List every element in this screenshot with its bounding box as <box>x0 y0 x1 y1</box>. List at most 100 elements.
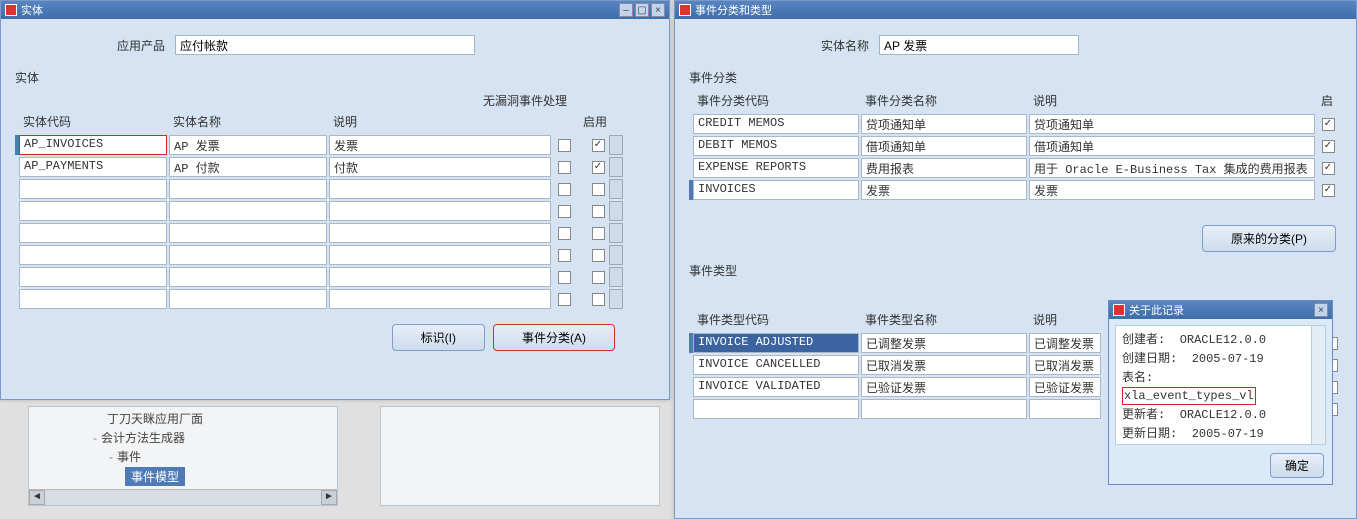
row-scroll-icon[interactable] <box>609 289 623 309</box>
cell-name[interactable] <box>169 267 327 287</box>
cell-type-name[interactable]: 已取消发票 <box>861 355 1027 375</box>
checkbox[interactable] <box>558 293 571 306</box>
table-row[interactable]: DEBIT MEMOS借项通知单借项通知单 <box>689 135 1342 157</box>
cell-empty[interactable] <box>693 399 859 419</box>
app-field[interactable] <box>175 35 475 55</box>
maximize-icon[interactable]: ▢ <box>635 3 649 17</box>
event-window-titlebar[interactable]: 事件分类和类型 <box>675 1 1356 19</box>
cell-class-code[interactable]: DEBIT MEMOS <box>693 136 859 156</box>
close-icon[interactable]: × <box>1314 303 1328 317</box>
cell-code[interactable] <box>19 179 167 199</box>
about-titlebar[interactable]: 关于此记录 × <box>1109 301 1332 319</box>
checkbox-enabled[interactable] <box>592 183 605 196</box>
cell-desc[interactable] <box>329 201 551 221</box>
original-class-button[interactable]: 原来的分类(P) <box>1202 225 1336 252</box>
cell-desc[interactable] <box>329 179 551 199</box>
table-row[interactable]: CREDIT MEMOS贷项通知单贷项通知单 <box>689 113 1342 135</box>
tree-item[interactable]: -事件 <box>37 447 329 466</box>
cell-name[interactable]: AP 发票 <box>169 135 327 155</box>
identify-button[interactable]: 标识(I) <box>392 324 485 351</box>
cell-desc[interactable] <box>329 223 551 243</box>
table-row[interactable]: INVOICES发票发票 <box>689 179 1342 201</box>
table-row[interactable] <box>15 200 655 222</box>
cell-type-code[interactable]: INVOICE ADJUSTED <box>693 333 859 353</box>
cell-class-name[interactable]: 贷项通知单 <box>861 114 1027 134</box>
row-scroll-icon[interactable] <box>609 157 623 177</box>
table-row[interactable] <box>15 244 655 266</box>
cell-class-code[interactable]: EXPENSE REPORTS <box>693 158 859 178</box>
row-scroll-icon[interactable] <box>609 267 623 287</box>
close-icon[interactable]: × <box>651 3 665 17</box>
about-vscroll[interactable] <box>1311 326 1325 444</box>
checkbox-enabled[interactable] <box>1322 184 1335 197</box>
checkbox-enabled[interactable] <box>592 205 605 218</box>
checkbox-enabled[interactable] <box>592 293 605 306</box>
tree-hscroll[interactable]: ◄ ► <box>29 489 337 505</box>
row-scroll-icon[interactable] <box>609 245 623 265</box>
row-scroll-icon[interactable] <box>609 135 623 155</box>
cell-type-desc[interactable]: 已验证发票 <box>1029 377 1101 397</box>
cell-class-code[interactable]: INVOICES <box>693 180 859 200</box>
checkbox-enabled[interactable] <box>1322 118 1335 131</box>
cell-type-name[interactable]: 已验证发票 <box>861 377 1027 397</box>
cell-code[interactable]: AP_PAYMENTS <box>19 157 167 177</box>
checkbox[interactable] <box>558 183 571 196</box>
tree-item[interactable]: -会计方法生成器 <box>37 428 329 447</box>
event-class-button[interactable]: 事件分类(A) <box>493 324 615 351</box>
cell-type-desc[interactable]: 已调整发票 <box>1029 333 1101 353</box>
tree-item[interactable]: 丁刀天眯应用厂面 <box>37 409 329 428</box>
cell-class-desc[interactable]: 借项通知单 <box>1029 136 1315 156</box>
checkbox-enabled[interactable] <box>592 271 605 284</box>
table-row[interactable]: AP_PAYMENTSAP 付款付款 <box>15 156 655 178</box>
entity-window-titlebar[interactable]: 实体 – ▢ × <box>1 1 669 19</box>
tree-item-selected[interactable]: 事件模型 <box>37 466 329 487</box>
cell-name[interactable] <box>169 289 327 309</box>
cell-code[interactable] <box>19 289 167 309</box>
cell-type-code[interactable]: INVOICE VALIDATED <box>693 377 859 397</box>
cell-class-desc[interactable]: 发票 <box>1029 180 1315 200</box>
cell-class-name[interactable]: 费用报表 <box>861 158 1027 178</box>
table-row[interactable]: AP_INVOICESAP 发票发票 <box>15 134 655 156</box>
checkbox[interactable] <box>558 161 571 174</box>
cell-code[interactable]: AP_INVOICES <box>19 135 167 155</box>
scroll-left-icon[interactable]: ◄ <box>29 490 45 505</box>
cell-empty[interactable] <box>861 399 1027 419</box>
table-row[interactable] <box>15 266 655 288</box>
table-row[interactable]: EXPENSE REPORTS费用报表用于 Oracle E-Business … <box>689 157 1342 179</box>
table-row[interactable] <box>15 288 655 310</box>
cell-class-name[interactable]: 发票 <box>861 180 1027 200</box>
checkbox-enabled[interactable] <box>592 227 605 240</box>
checkbox-enabled[interactable] <box>592 161 605 174</box>
cell-desc[interactable] <box>329 245 551 265</box>
cell-code[interactable] <box>19 245 167 265</box>
cell-type-code[interactable]: INVOICE CANCELLED <box>693 355 859 375</box>
checkbox-enabled[interactable] <box>592 249 605 262</box>
cell-desc[interactable]: 发票 <box>329 135 551 155</box>
checkbox[interactable] <box>558 139 571 152</box>
row-scroll-icon[interactable] <box>609 201 623 221</box>
cell-desc[interactable] <box>329 289 551 309</box>
table-row[interactable] <box>15 178 655 200</box>
checkbox-enabled[interactable] <box>1322 140 1335 153</box>
checkbox-enabled[interactable] <box>1322 162 1335 175</box>
cell-name[interactable]: AP 付款 <box>169 157 327 177</box>
cell-type-desc[interactable]: 已取消发票 <box>1029 355 1101 375</box>
cell-empty[interactable] <box>1029 399 1101 419</box>
cell-code[interactable] <box>19 223 167 243</box>
checkbox[interactable] <box>558 271 571 284</box>
checkbox[interactable] <box>558 205 571 218</box>
cell-desc[interactable] <box>329 267 551 287</box>
cell-class-desc[interactable]: 用于 Oracle E-Business Tax 集成的费用报表 <box>1029 158 1315 178</box>
cell-name[interactable] <box>169 201 327 221</box>
checkbox-enabled[interactable] <box>592 139 605 152</box>
cell-class-name[interactable]: 借项通知单 <box>861 136 1027 156</box>
entity-name-field[interactable] <box>879 35 1079 55</box>
cell-code[interactable] <box>19 267 167 287</box>
table-row[interactable] <box>15 222 655 244</box>
row-scroll-icon[interactable] <box>609 223 623 243</box>
cell-desc[interactable]: 付款 <box>329 157 551 177</box>
cell-code[interactable] <box>19 201 167 221</box>
cell-name[interactable] <box>169 223 327 243</box>
cell-type-name[interactable]: 已调整发票 <box>861 333 1027 353</box>
row-scroll-icon[interactable] <box>609 179 623 199</box>
